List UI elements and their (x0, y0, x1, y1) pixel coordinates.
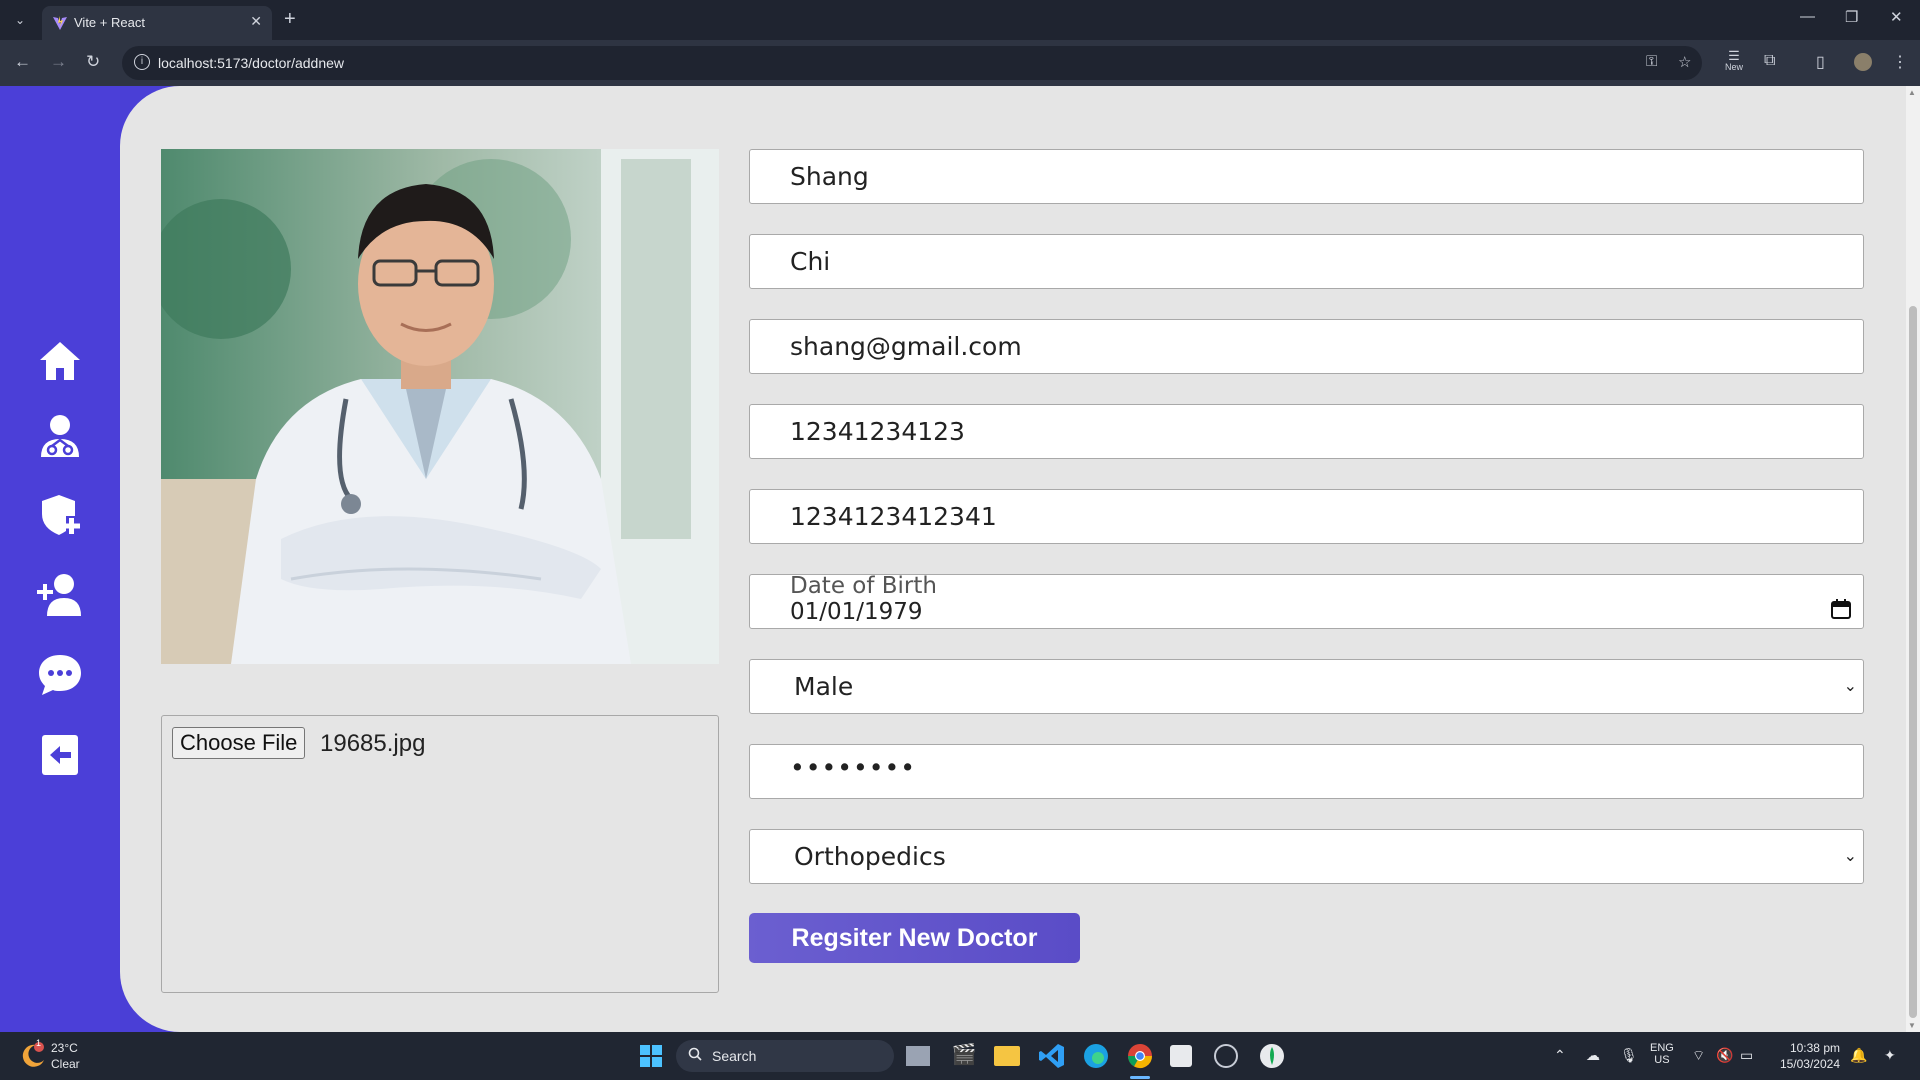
scroll-thumb[interactable] (1909, 306, 1917, 1018)
wifi-icon[interactable]: ⌔ (1692, 1047, 1705, 1065)
language-indicator[interactable]: ENG US (1650, 1042, 1674, 1066)
reload-icon[interactable]: ↻ (86, 52, 100, 72)
gender-select[interactable]: Male ⌄ (749, 659, 1864, 714)
search-placeholder: Search (712, 1048, 757, 1064)
page-scrollbar[interactable]: ▲ ▼ (1906, 86, 1920, 1032)
chat-icon[interactable] (37, 652, 83, 698)
phone-field[interactable]: 12341234123 (749, 404, 1864, 459)
task-view-icon[interactable] (906, 1046, 930, 1066)
sidebar (0, 86, 120, 1032)
nic-value: 1234123412341 (790, 502, 997, 531)
email-field[interactable]: shang@gmail.com (749, 319, 1864, 374)
extension-new-icon[interactable]: ☰ New (1722, 48, 1746, 72)
file-upload-area: Choose File 19685.jpg (161, 715, 719, 993)
back-icon[interactable]: ← (14, 52, 31, 72)
mongodb-compass-icon[interactable] (1258, 1042, 1286, 1070)
first-name-value: Shang (790, 162, 869, 191)
vscode-icon[interactable] (1038, 1042, 1066, 1070)
site-info-icon[interactable]: i (134, 54, 150, 70)
choose-file-button[interactable]: Choose File (172, 727, 306, 759)
volume-muted-icon[interactable]: 🔇 (1716, 1047, 1733, 1064)
profile-avatar[interactable] (1854, 53, 1872, 71)
address-bar[interactable]: i localhost:5173/doctor/addnew ⚿ ☆ (122, 46, 1702, 80)
weather-moon-icon[interactable] (20, 1042, 46, 1068)
store-icon[interactable] (1170, 1045, 1192, 1067)
dob-field[interactable]: Date of Birth 01/01/1979 (749, 573, 1864, 629)
windows-start-icon[interactable] (640, 1045, 662, 1067)
vite-favicon-icon (53, 16, 67, 30)
address-url[interactable]: localhost:5173/doctor/addnew (158, 55, 344, 71)
search-icon (688, 1047, 702, 1061)
chevron-down-icon: ⌄ (1843, 848, 1857, 865)
register-doctor-button[interactable]: Regsiter New Doctor (749, 913, 1080, 963)
main-content: Choose File 19685.jpg Shang Chi shang@gm… (120, 86, 1910, 1032)
file-explorer-icon[interactable] (994, 1046, 1020, 1066)
extensions-icon[interactable]: ⧉ (1764, 52, 1775, 70)
tab-search-icon[interactable]: ⌄ (8, 9, 32, 31)
os-taskbar: 1 23°C Clear Search 🎬 ⌃ ☁ 🎙 ENG US ⌔ 🔇 ▭… (0, 1032, 1920, 1080)
tab-title: Vite + React (74, 15, 145, 30)
tray-overflow-icon[interactable]: ⌃ (1554, 1047, 1566, 1064)
battery-icon[interactable]: ▭ (1740, 1047, 1753, 1064)
clapper-app-icon[interactable]: 🎬 (950, 1042, 978, 1070)
last-name-field[interactable]: Chi (749, 234, 1864, 289)
forward-icon[interactable]: → (50, 52, 67, 72)
weather-desc: Clear (51, 1057, 80, 1071)
new-tab-icon[interactable]: + (284, 8, 296, 30)
dob-value: 01/01/1979 (790, 599, 923, 625)
microphone-icon[interactable]: 🎙 (1620, 1047, 1638, 1064)
chrome-icon[interactable] (1126, 1042, 1154, 1070)
dob-label: Date of Birth (790, 573, 937, 599)
github-desktop-icon[interactable] (1214, 1044, 1238, 1068)
taskbar-search[interactable]: Search (676, 1040, 894, 1072)
bookmark-star-icon[interactable]: ☆ (1678, 53, 1691, 71)
department-value: Orthopedics (794, 842, 946, 871)
copilot-icon[interactable]: ✦ (1884, 1047, 1896, 1064)
tab-close-icon[interactable]: ✕ (250, 13, 262, 30)
shield-plus-icon[interactable] (37, 492, 83, 538)
browser-tab-bar: ⌄ Vite + React ✕ + — ❐ ✕ (0, 0, 1920, 40)
department-select[interactable]: Orthopedics ⌄ (749, 829, 1864, 884)
phone-value: 12341234123 (790, 417, 965, 446)
notifications-bell-icon[interactable]: 🔔 (1850, 1047, 1867, 1064)
active-app-indicator (1130, 1076, 1150, 1079)
minimize-icon[interactable]: — (1800, 8, 1815, 25)
password-value: •••••••• (790, 753, 916, 782)
edge-icon[interactable] (1082, 1042, 1110, 1070)
browser-tab[interactable]: Vite + React ✕ (42, 6, 272, 40)
add-user-icon[interactable] (37, 572, 83, 618)
last-name-value: Chi (790, 247, 831, 276)
restore-icon[interactable]: ❐ (1845, 8, 1858, 26)
doctor-photo-preview (161, 149, 719, 664)
calendar-icon[interactable] (1831, 599, 1851, 619)
scroll-up-icon[interactable]: ▲ (1908, 88, 1916, 97)
password-field[interactable]: •••••••• (749, 744, 1864, 799)
side-panel-icon[interactable]: ▯ (1816, 52, 1825, 72)
home-icon[interactable] (37, 338, 83, 384)
page-viewport: Choose File 19685.jpg Shang Chi shang@gm… (0, 86, 1920, 1032)
weather-temp: 23°C (51, 1041, 78, 1055)
doctor-icon[interactable] (37, 413, 83, 459)
browser-toolbar: ← → ↻ i localhost:5173/doctor/addnew ⚿ ☆… (0, 40, 1920, 86)
email-value: shang@gmail.com (790, 332, 1022, 361)
selected-file-name: 19685.jpg (320, 730, 426, 757)
weather-badge: 1 (36, 1038, 42, 1048)
scroll-down-icon[interactable]: ▼ (1908, 1021, 1916, 1030)
logout-icon[interactable] (37, 732, 83, 778)
onedrive-icon[interactable]: ☁ (1586, 1047, 1600, 1064)
password-key-icon[interactable]: ⚿ (1646, 53, 1657, 70)
nic-field[interactable]: 1234123412341 (749, 489, 1864, 544)
chevron-down-icon: ⌄ (1843, 678, 1857, 695)
taskbar-clock[interactable]: 10:38 pm 15/03/2024 (1760, 1041, 1840, 1071)
close-window-icon[interactable]: ✕ (1890, 8, 1903, 26)
gender-value: Male (794, 672, 854, 701)
browser-menu-icon[interactable]: ⋮ (1892, 52, 1908, 72)
first-name-field[interactable]: Shang (749, 149, 1864, 204)
